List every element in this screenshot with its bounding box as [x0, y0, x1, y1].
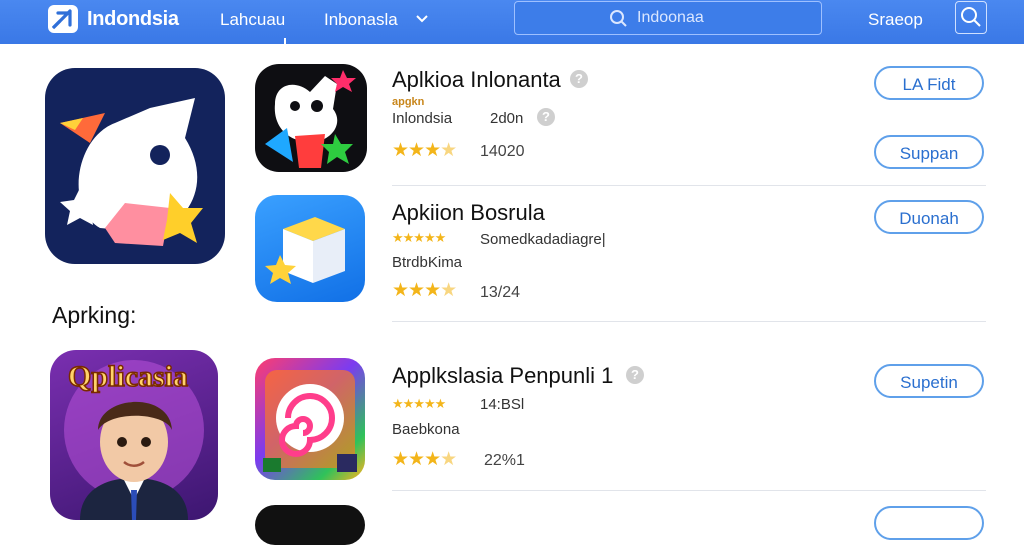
app-developer: Inlondsia: [392, 110, 453, 127]
row-divider: [392, 490, 986, 491]
get-button[interactable]: LA Fidt: [874, 66, 984, 100]
app-icon[interactable]: [255, 505, 365, 545]
nav-active-indicator: [284, 38, 286, 44]
rating-count: 14020: [480, 143, 525, 160]
rating-stars: ★★★★: [392, 140, 457, 161]
rating-stars-small: ★★★★★: [392, 396, 446, 411]
section-heading: Aprking:: [52, 302, 137, 328]
row-divider: [392, 185, 986, 186]
rating-stars: ★★★★: [392, 280, 457, 301]
featured-app-icon-2[interactable]: Qplicasia: [50, 350, 218, 520]
app-title[interactable]: Aplkioa Inlonanta: [392, 67, 561, 93]
row-divider: [392, 321, 986, 322]
brand-name[interactable]: Indondsia: [87, 8, 179, 31]
sign-in-link[interactable]: Sraeop: [868, 10, 923, 30]
action-button[interactable]: [874, 506, 984, 540]
app-icon[interactable]: [255, 358, 365, 480]
search-icon: [961, 7, 981, 27]
app-store-logo-icon[interactable]: [48, 5, 78, 33]
app-size: 2d0n: [490, 110, 524, 127]
support-button[interactable]: Supetin: [874, 364, 984, 398]
info-icon[interactable]: ?: [626, 366, 644, 384]
app-size: 14:BSl: [480, 396, 525, 413]
search-input[interactable]: Indoonaa: [514, 1, 822, 35]
rating-count: 22%1: [484, 452, 525, 469]
support-button[interactable]: Suppan: [874, 135, 984, 169]
app-category: BtrdbKima: [392, 254, 463, 271]
download-button[interactable]: Duonah: [874, 200, 984, 234]
featured-app-icon[interactable]: [45, 68, 225, 264]
search-icon: [610, 10, 627, 27]
app-category: Baebkona: [392, 421, 460, 438]
rating-stars-small: ★★★★★: [392, 230, 446, 245]
rating-stars: ★★★★: [392, 449, 457, 470]
info-icon[interactable]: ?: [570, 70, 588, 88]
info-icon[interactable]: ?: [537, 108, 555, 126]
app-tag: apgkn: [392, 96, 425, 108]
nav-link-2[interactable]: Inbonasla: [324, 10, 398, 30]
app-icon[interactable]: [255, 64, 367, 172]
top-nav-bar: Indondsia Lahcuau Inbonasla Indoonaa Sra…: [0, 0, 1024, 44]
rating-count: 13/24: [480, 284, 521, 301]
app-title[interactable]: Apkiion Bosrula: [392, 200, 545, 226]
search-button[interactable]: [955, 1, 987, 34]
nav-link-1[interactable]: Lahcuau: [220, 10, 285, 30]
app-icon[interactable]: [255, 195, 365, 302]
chevron-down-icon[interactable]: [414, 10, 430, 26]
search-placeholder: Indoonaa: [637, 9, 704, 26]
app-title[interactable]: Applkslasia Penpunli 1: [392, 363, 613, 389]
app-developer: Somedkadadiagre|: [480, 231, 606, 248]
featured-app-icon-text: Qplicasia: [67, 359, 189, 394]
